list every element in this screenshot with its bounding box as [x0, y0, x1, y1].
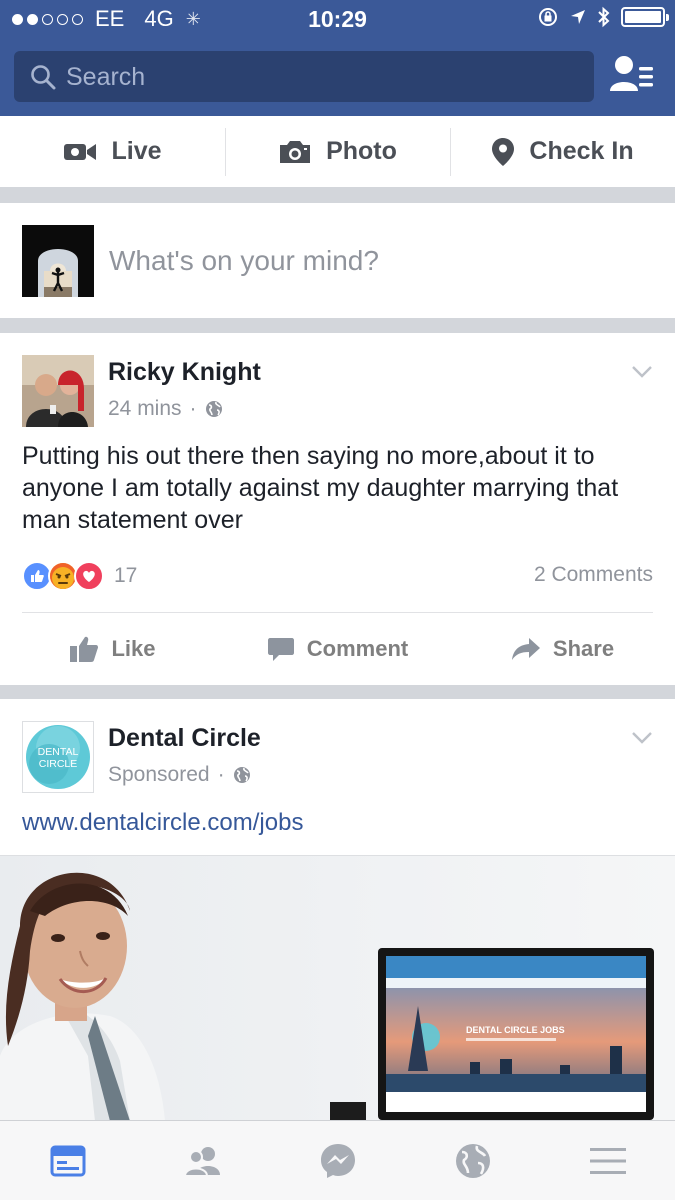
composer-prompt[interactable]: What's on your mind? — [109, 245, 379, 277]
friends-list-icon[interactable] — [608, 53, 658, 99]
tab-bar — [0, 1120, 675, 1200]
top-bar: EE 4G ✳ 10:29 — [0, 0, 675, 116]
share-arrow-icon — [511, 638, 540, 660]
user-avatar — [22, 225, 94, 297]
notifications-globe-icon — [455, 1143, 490, 1178]
comment-label: Comment — [306, 636, 409, 661]
composer-actions: Live Photo Check In — [0, 116, 675, 187]
sponsored-post: DENTAL CIRCLE Dental Circle Sponsored · … — [0, 699, 675, 1120]
ad-screen-title: DENTAL CIRCLE JOBS — [466, 1025, 565, 1035]
check-in-button[interactable]: Check In — [450, 116, 675, 187]
logo-text-line2: CIRCLE — [39, 758, 78, 770]
like-label: Like — [111, 636, 156, 661]
check-in-label: Check In — [529, 137, 634, 165]
photo-button[interactable]: Photo — [225, 116, 450, 187]
comment-icon — [267, 638, 294, 661]
share-button[interactable]: Share — [450, 613, 675, 685]
location-pin-icon — [492, 137, 515, 166]
battery-icon — [621, 7, 669, 27]
news-feed-icon — [50, 1145, 85, 1176]
advertiser-name[interactable]: Dental Circle — [108, 724, 261, 753]
live-button[interactable]: Live — [0, 116, 225, 187]
post-text: Putting his out there then saying no mor… — [22, 442, 619, 534]
rotation-lock-icon — [539, 8, 557, 26]
post-author-name[interactable]: Ricky Knight — [108, 358, 261, 387]
search-input[interactable] — [66, 59, 566, 95]
post-meta: 24 mins · — [108, 397, 223, 421]
meta-separator: · — [189, 397, 197, 420]
advertiser-logo[interactable]: DENTAL CIRCLE — [22, 721, 94, 793]
search-icon — [31, 65, 56, 90]
post-actions: Like Comment Share — [0, 613, 675, 685]
ad-link[interactable]: www.dentalcircle.com/jobs — [22, 809, 303, 837]
public-globe-icon — [205, 401, 222, 417]
meta-separator: · — [217, 763, 225, 786]
post-time[interactable]: 24 mins — [108, 397, 182, 421]
tab-messenger[interactable] — [270, 1121, 405, 1200]
logo-text-line1: DENTAL — [38, 746, 79, 758]
thumbs-up-icon — [70, 636, 99, 662]
love-reaction-icon — [74, 561, 104, 591]
share-label: Share — [552, 636, 615, 661]
search-bar[interactable] — [14, 51, 594, 102]
ad-meta: Sponsored · — [108, 763, 251, 787]
tab-menu[interactable] — [540, 1121, 675, 1200]
status-composer[interactable]: What's on your mind? — [0, 203, 675, 318]
bluetooth-icon — [598, 6, 610, 28]
location-arrow-icon — [571, 10, 585, 24]
chevron-down-icon[interactable] — [631, 731, 653, 745]
messenger-icon — [320, 1143, 355, 1178]
tab-friend-requests[interactable] — [135, 1121, 270, 1200]
feed-post: Ricky Knight 24 mins · Putting his out t… — [0, 333, 675, 685]
chevron-down-icon[interactable] — [631, 365, 653, 379]
live-label: Live — [111, 137, 162, 165]
sponsored-label[interactable]: Sponsored — [108, 763, 210, 787]
post-author-avatar[interactable] — [22, 355, 94, 427]
comment-button[interactable]: Comment — [225, 613, 450, 685]
friend-requests-icon — [183, 1146, 220, 1177]
public-globe-icon — [233, 767, 250, 783]
menu-icon — [589, 1147, 626, 1174]
photo-label: Photo — [326, 137, 397, 165]
ad-image[interactable]: DENTAL CIRCLE JOBS — [0, 855, 675, 1120]
like-button[interactable]: Like — [0, 613, 225, 685]
reaction-count: 17 — [114, 564, 138, 587]
camera-icon — [280, 140, 311, 163]
tab-news-feed[interactable] — [0, 1121, 135, 1200]
status-bar: EE 4G ✳ 10:29 — [0, 0, 675, 40]
tab-notifications[interactable] — [405, 1121, 540, 1200]
video-camera-icon — [64, 143, 97, 160]
comment-count[interactable]: 2 Comments — [534, 563, 653, 587]
reactions-summary[interactable]: 17 — [22, 561, 137, 591]
